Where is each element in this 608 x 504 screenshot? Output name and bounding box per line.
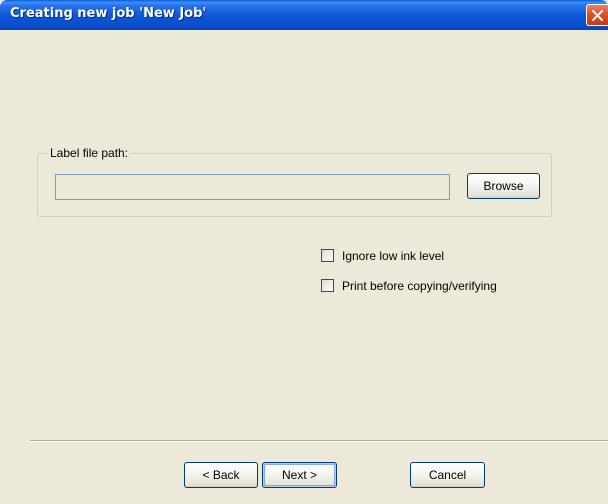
footer-separator xyxy=(30,440,608,442)
next-button[interactable]: Next > xyxy=(262,462,337,488)
window-title: Creating new job 'New Job' xyxy=(10,6,207,21)
cancel-button[interactable]: Cancel xyxy=(410,462,485,488)
label-file-groupbox: Label file path: Browse xyxy=(37,146,552,217)
browse-button[interactable]: Browse xyxy=(467,173,540,199)
print-before-copying-checkbox[interactable] xyxy=(321,279,334,292)
close-button[interactable] xyxy=(586,4,608,26)
print-before-copying-label: Print before copying/verifying xyxy=(342,279,497,293)
close-icon xyxy=(592,10,603,21)
label-file-path-legend: Label file path: xyxy=(48,146,131,160)
ignore-low-ink-checkbox[interactable] xyxy=(321,249,334,262)
back-button[interactable]: < Back xyxy=(184,462,258,488)
title-bar[interactable]: Creating new job 'New Job' xyxy=(0,0,608,30)
ignore-low-ink-label: Ignore low ink level xyxy=(342,249,445,263)
dialog-window: Creating new job 'New Job' Label file pa… xyxy=(0,0,608,504)
label-file-path-input[interactable] xyxy=(55,174,450,200)
